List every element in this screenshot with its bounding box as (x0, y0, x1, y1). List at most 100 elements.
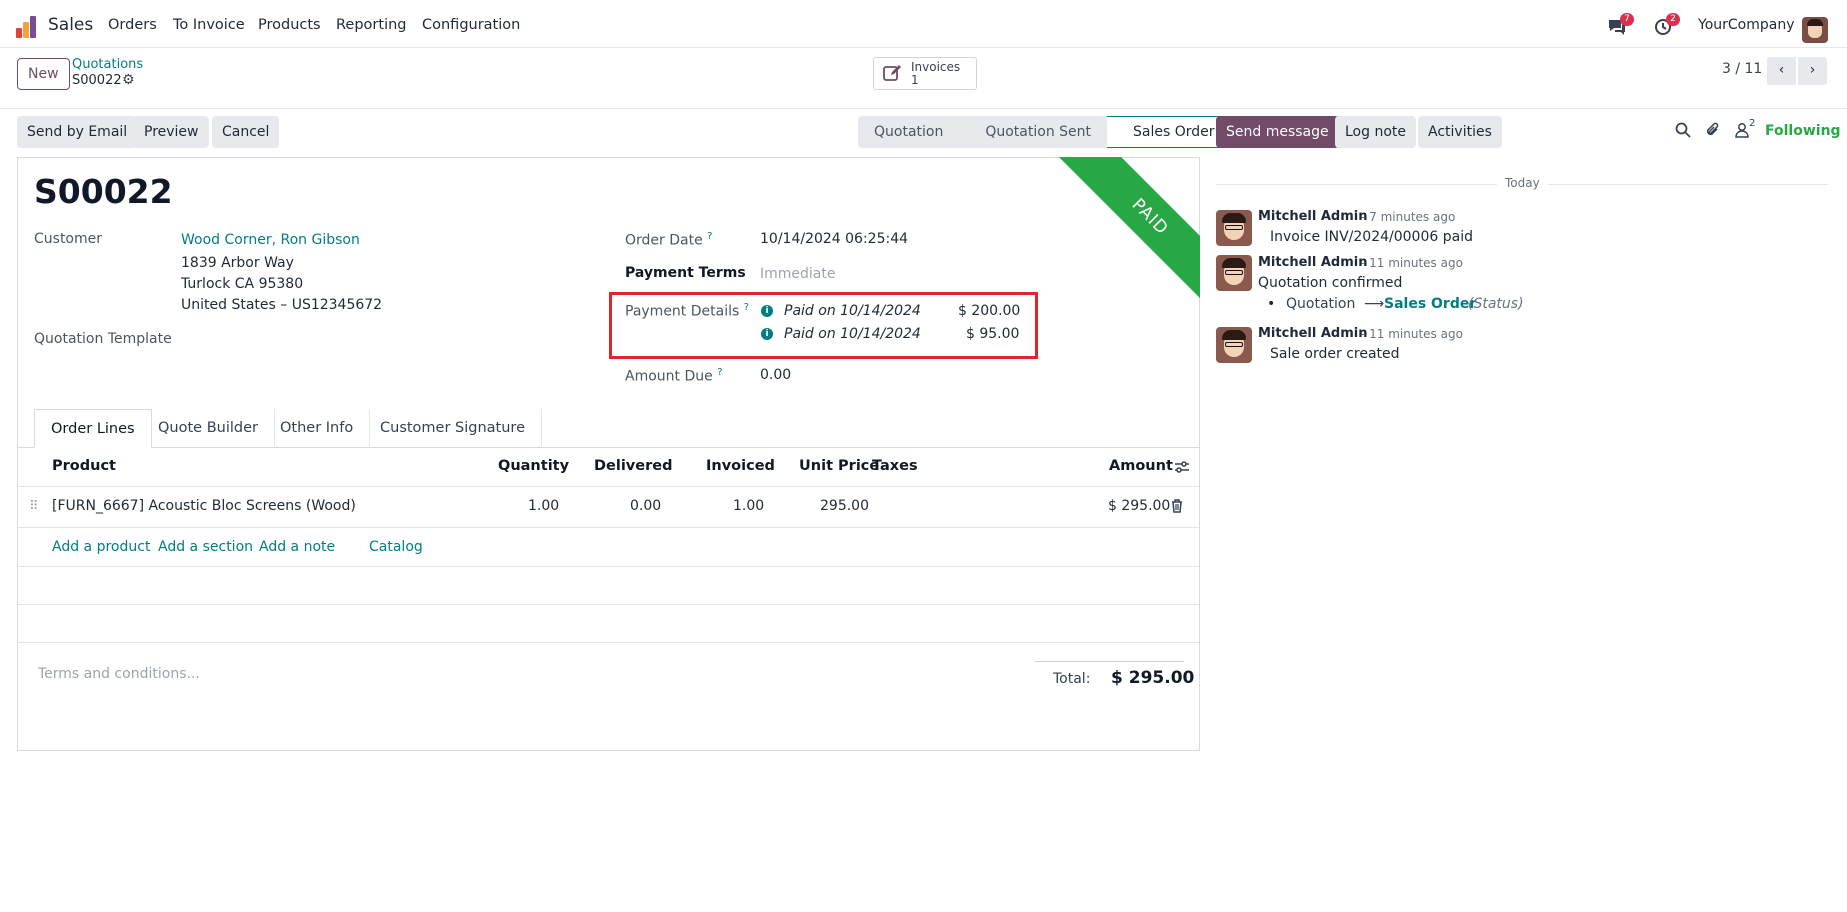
author-avatar[interactable] (1216, 210, 1252, 246)
row-unit-price[interactable]: 295.00 (820, 498, 869, 514)
row-quantity[interactable]: 1.00 (528, 498, 559, 514)
column-quantity[interactable]: Quantity (498, 458, 569, 474)
stage-quotation-sent[interactable]: Quotation Sent (959, 116, 1107, 148)
chevron-right-icon: › (1809, 62, 1816, 78)
payment-terms-value[interactable]: Immediate (760, 266, 835, 282)
menu-to-invoice[interactable]: To Invoice (173, 17, 245, 33)
help-tooltip-icon[interactable]: ? (744, 302, 749, 313)
sales-app-icon[interactable] (16, 16, 38, 38)
menu-configuration[interactable]: Configuration (422, 17, 520, 33)
payment-amount-2: $ 95.00 (966, 326, 1020, 342)
paperclip-icon[interactable] (1705, 121, 1721, 143)
column-invoiced[interactable]: Invoiced (706, 458, 775, 474)
send-message-button[interactable]: Send message (1216, 116, 1339, 148)
column-unit-price[interactable]: Unit Price (799, 458, 879, 474)
drag-handle-icon[interactable]: ⠿ (29, 499, 38, 514)
customer-address-line2: Turlock CA 95380 (181, 276, 304, 292)
message-author[interactable]: Mitchell Admin (1258, 326, 1367, 341)
row-delivered[interactable]: 0.00 (630, 498, 661, 514)
activities-icon[interactable]: 2 (1654, 13, 1680, 38)
stage-sales-order[interactable]: Sales Order (1107, 116, 1232, 148)
payment-details-label-text: Payment Details (625, 303, 740, 320)
tracking-bullet: • (1267, 296, 1276, 312)
smart-button-label: Invoices (911, 60, 961, 74)
pager-next-button[interactable]: › (1798, 57, 1827, 85)
ribbon-container: PAID (1040, 157, 1200, 307)
log-note-button[interactable]: Log note (1335, 116, 1416, 148)
pencil-square-icon (883, 64, 903, 86)
message-body: Invoice INV/2024/00006 paid (1270, 229, 1473, 245)
gear-icon[interactable]: ⚙ (122, 72, 135, 88)
customer-address-line3: United States – US12345672 (181, 297, 383, 313)
status-bar: Quotation Quotation Sent Sales Order (858, 116, 1232, 148)
activities-badge: 2 (1666, 13, 1680, 26)
column-product[interactable]: Product (52, 458, 116, 474)
total-divider (1035, 661, 1184, 662)
menu-products[interactable]: Products (258, 17, 321, 33)
add-product-link[interactable]: Add a product (52, 539, 150, 555)
payment-amount-1: $ 200.00 (958, 303, 1021, 319)
customer-link[interactable]: Wood Corner, Ron Gibson (181, 232, 360, 248)
preview-button[interactable]: Preview (134, 116, 209, 148)
date-separator: Today (1497, 176, 1548, 190)
tracking-old-value: Quotation (1286, 296, 1356, 312)
message-time: - 11 minutes ago (1361, 327, 1463, 341)
add-section-link[interactable]: Add a section (158, 539, 253, 555)
total-value: $ 295.00 (1111, 668, 1195, 688)
search-icon[interactable] (1675, 122, 1691, 142)
info-icon[interactable]: i (761, 305, 773, 317)
message-time: - 11 minutes ago (1361, 256, 1463, 270)
add-note-link[interactable]: Add a note (259, 539, 335, 555)
tab-quote-builder[interactable]: Quote Builder (142, 409, 275, 448)
payment-line-2: Paid on 10/14/2024 (784, 326, 921, 342)
amount-due-label: Amount Due ? (625, 367, 723, 385)
column-taxes[interactable]: Taxes (872, 458, 918, 474)
author-avatar[interactable] (1216, 255, 1252, 291)
column-amount[interactable]: Amount (1109, 458, 1173, 474)
order-date-value[interactable]: 10/14/2024 06:25:44 (760, 231, 908, 247)
tab-other-info[interactable]: Other Info (264, 409, 371, 448)
row-product[interactable]: [FURN_6667] Acoustic Bloc Screens (Wood) (52, 498, 356, 514)
followers-count: 2 (1749, 118, 1756, 129)
messages-badge: 7 (1620, 13, 1634, 26)
help-tooltip-icon[interactable]: ? (707, 231, 712, 242)
menu-reporting[interactable]: Reporting (336, 17, 407, 33)
terms-conditions-input[interactable]: Terms and conditions... (38, 666, 200, 682)
trash-icon[interactable] (1171, 499, 1183, 517)
info-icon[interactable]: i (761, 328, 773, 340)
new-button[interactable]: New (17, 58, 70, 90)
following-button[interactable]: Following (1765, 123, 1841, 139)
arrow-right-icon: ⟶ (1364, 296, 1385, 312)
column-settings-icon[interactable] (1174, 460, 1190, 478)
tab-customer-signature[interactable]: Customer Signature (364, 409, 542, 448)
column-delivered[interactable]: Delivered (594, 458, 672, 474)
control-panel: New Quotations S00022 ⚙ Invoices 1 3 / 1… (0, 48, 1847, 109)
help-tooltip-icon[interactable]: ? (717, 367, 722, 378)
pager-value[interactable]: 3 / 11 (1722, 61, 1762, 77)
user-avatar[interactable] (1802, 17, 1828, 43)
followers-icon[interactable] (1735, 122, 1749, 142)
message-author[interactable]: Mitchell Admin (1258, 255, 1367, 270)
pager-previous-button[interactable]: ‹ (1767, 57, 1796, 85)
app-name[interactable]: Sales (48, 15, 93, 35)
cancel-button[interactable]: Cancel (212, 116, 280, 148)
order-date-label: Order Date ? (625, 231, 712, 249)
row-amount: $ 295.00 (1108, 498, 1171, 514)
amount-due-label-text: Amount Due (625, 368, 713, 385)
invoices-smart-button[interactable]: Invoices 1 (873, 57, 977, 90)
row-divider (18, 566, 1199, 567)
smart-button-count: 1 (911, 73, 919, 87)
send-by-email-button[interactable]: Send by Email (17, 116, 138, 148)
activities-button[interactable]: Activities (1418, 116, 1502, 148)
messages-icon[interactable]: 7 (1607, 13, 1634, 38)
message-author[interactable]: Mitchell Admin (1258, 209, 1367, 224)
company-switcher[interactable]: YourCompany (1698, 17, 1795, 33)
record-title: S00022 (34, 172, 173, 211)
stage-quotation[interactable]: Quotation (858, 116, 960, 148)
breadcrumb-quotations[interactable]: Quotations (72, 57, 143, 72)
menu-orders[interactable]: Orders (108, 17, 157, 33)
author-avatar[interactable] (1216, 327, 1252, 363)
catalog-link[interactable]: Catalog (369, 539, 423, 555)
row-divider (18, 527, 1199, 528)
tab-order-lines[interactable]: Order Lines (34, 409, 152, 448)
